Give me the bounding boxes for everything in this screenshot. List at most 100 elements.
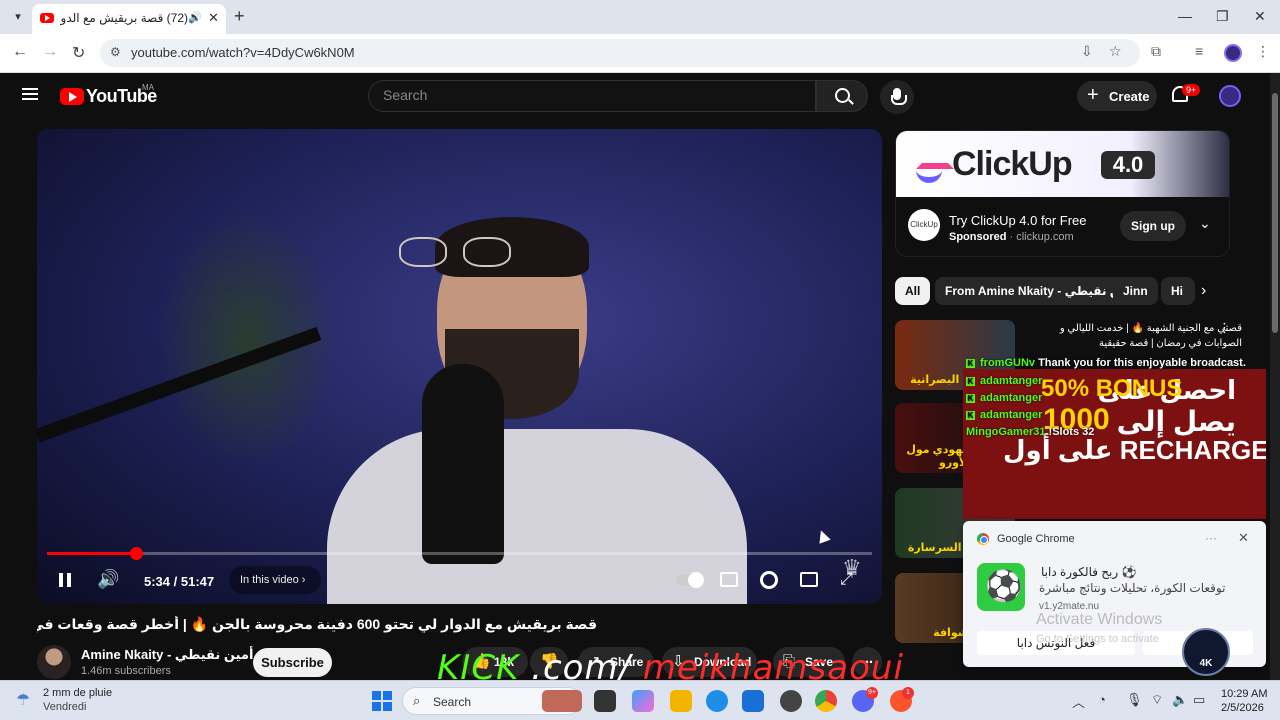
store-icon[interactable] — [742, 690, 764, 712]
site-info-icon[interactable]: ⚙ — [110, 45, 121, 59]
speaker-icon[interactable]: 🔈 — [1172, 692, 1188, 708]
tray-mic-icon[interactable]: 🎙 — [1126, 692, 1143, 708]
rain-weather-icon[interactable]: ☂ — [16, 690, 30, 710]
activate-windows-title: Activate Windows — [1036, 611, 1163, 628]
chat-message: Thank you for this enjoyable broadcast. — [1038, 357, 1246, 369]
search-input[interactable] — [383, 87, 783, 103]
channel-name[interactable]: Amine Nkaity - أمين نقيطي — [81, 647, 253, 662]
volume-icon[interactable]: 🔊 — [97, 569, 121, 591]
related-more-icon[interactable]: ⋮ — [1218, 320, 1231, 336]
chat-username: adamtanger — [980, 409, 1043, 421]
create-label: Create — [1109, 89, 1150, 104]
channel-watermark-logo: ♛ — [842, 555, 862, 580]
country-code: MA — [142, 83, 154, 92]
progress-bar[interactable] — [47, 547, 872, 560]
notification-more-icon[interactable]: ··· — [1205, 531, 1217, 545]
guide-menu-icon[interactable] — [22, 88, 38, 100]
tray-network-app-icon[interactable]: ◔ — [1098, 692, 1106, 707]
video-person-glasses — [399, 237, 521, 267]
wifi-icon[interactable]: ⌔ — [1151, 692, 1163, 708]
battery-icon[interactable]: ▭ — [1193, 692, 1205, 708]
video-title: قصة بريقيش مع الدوار لي تحتو 600 دفينة م… — [37, 616, 597, 633]
ad-signup-button[interactable]: Sign up — [1120, 211, 1186, 241]
video-player[interactable]: 🔊 5:34 / 51:47 In this video › ⤢ — [37, 129, 882, 604]
install-app-icon[interactable]: ⇩ — [1081, 43, 1093, 60]
weather-day[interactable]: Vendredi — [43, 701, 86, 713]
activate-windows-subtitle: Go to Settings to activate — [1036, 633, 1159, 645]
tab-search-chevron-icon[interactable]: ▾ — [8, 7, 28, 27]
bookmark-star-icon[interactable]: ☆ — [1109, 43, 1122, 60]
ad-domain: clickup.com — [1016, 231, 1074, 243]
tab-title: (72) قصة بريقيش مع الدوار ا — [60, 11, 188, 25]
ad-banner[interactable]: ClickUp 4.0 — [896, 131, 1229, 197]
progress-scrubber[interactable] — [130, 547, 144, 560]
reload-icon[interactable]: ↻ — [72, 43, 85, 63]
ad-advertiser-icon[interactable]: ClickUp — [908, 209, 940, 241]
media-control-icon[interactable]: ≡ — [1195, 43, 1203, 59]
progress-fill — [47, 552, 137, 555]
notification-body: توقعات الكورة، تحليلات ونتائج مباشرة — [1039, 581, 1226, 595]
kick-badge-icon: K — [966, 377, 975, 386]
obs-icon[interactable] — [780, 690, 802, 712]
chips-next-icon[interactable]: › — [1201, 282, 1206, 300]
taskbar-date[interactable]: 2/5/2026 — [1221, 702, 1264, 714]
notification-close-icon[interactable]: ✕ — [1238, 530, 1249, 546]
chat-line: Kadamtanger — [966, 392, 1042, 404]
ad-expand-chevron-icon[interactable]: ⌄ — [1199, 215, 1211, 232]
create-button[interactable]: + Create — [1077, 81, 1157, 111]
account-avatar[interactable] — [1219, 85, 1241, 107]
pause-icon[interactable] — [59, 573, 71, 587]
windows-start-icon[interactable] — [372, 691, 392, 711]
subtitles-icon[interactable] — [720, 572, 738, 587]
ad-title[interactable]: Try ClickUp 4.0 for Free — [949, 213, 1087, 228]
browser-tab-active[interactable]: (72) قصة بريقيش مع الدوار ا 🔊 ✕ — [32, 4, 226, 34]
close-window-icon[interactable]: ✕ — [1254, 8, 1266, 25]
tab-audio-icon[interactable]: 🔊 — [188, 11, 202, 24]
browser-profile-avatar[interactable] — [1224, 44, 1242, 62]
new-tab-button[interactable]: + — [234, 6, 245, 27]
taskbar-time[interactable]: 10:29 AM — [1221, 688, 1267, 700]
file-explorer-icon[interactable] — [670, 690, 692, 712]
channel-avatar[interactable] — [37, 645, 71, 679]
chrome-taskbar-icon[interactable] — [815, 690, 837, 712]
settings-gear-icon[interactable] — [760, 571, 778, 589]
chip-jinn[interactable]: Jinn — [1113, 277, 1158, 305]
chat-message: !Slots 32 — [1048, 426, 1095, 438]
chrome-logo-icon — [977, 533, 989, 545]
task-view-icon[interactable] — [594, 690, 616, 712]
browser-menu-icon[interactable]: ⋮ — [1256, 43, 1270, 60]
football-app-icon — [977, 563, 1025, 611]
maximize-icon[interactable]: ❐ — [1216, 8, 1229, 25]
search-button[interactable] — [816, 80, 868, 112]
tab-close-icon[interactable]: ✕ — [208, 10, 219, 26]
video-title-text: قصة بريقيش مع الدوار لي تحتو 600 دفينة م… — [37, 616, 597, 632]
extensions-icon[interactable]: ⧉ — [1151, 43, 1161, 60]
search-highlight-icon[interactable] — [542, 690, 582, 712]
page-scrollbar[interactable] — [1270, 73, 1280, 680]
bonus-line3: على أول RECHARGE — [1003, 435, 1266, 465]
weather-summary[interactable]: 2 mm de pluie — [43, 687, 112, 699]
edge-icon[interactable] — [706, 690, 728, 712]
address-bar[interactable]: ⚙ youtube.com/watch?v=4DdyCw6kN0M — [100, 39, 1140, 67]
chat-username: fromGUNv — [980, 357, 1036, 369]
search-box — [368, 80, 816, 112]
autoplay-toggle[interactable] — [676, 572, 704, 588]
chat-username: adamtanger — [980, 375, 1043, 387]
forward-icon[interactable]: → — [42, 43, 58, 61]
chapter-button[interactable]: In this video › — [229, 566, 321, 594]
sidebar-ad[interactable]: ClickUp 4.0 ClickUp Try ClickUp 4.0 for … — [895, 130, 1230, 257]
back-icon[interactable]: ← — [12, 43, 28, 61]
youtube-logo-icon[interactable] — [60, 88, 84, 105]
related-title[interactable]: قصتي مع الجنية الشهبة 🔥 | خدمت الليالي و… — [1022, 321, 1242, 351]
chip-hi[interactable]: Hi — [1161, 277, 1195, 305]
theater-mode-icon[interactable] — [800, 572, 818, 587]
copilot-icon[interactable] — [632, 690, 654, 712]
tray-chevron-icon[interactable]: ︿ — [1072, 692, 1085, 711]
search-icon: ⌕ — [413, 693, 421, 708]
scrollbar-thumb[interactable] — [1272, 93, 1278, 333]
voice-search-icon[interactable] — [880, 80, 914, 114]
channel-name-row[interactable]: Amine Nkaity - أمين نقيطي — [81, 647, 267, 663]
subscribe-button[interactable]: Subscribe — [253, 648, 332, 677]
chip-all[interactable]: All — [895, 277, 931, 305]
minimize-icon[interactable]: — — [1178, 8, 1192, 24]
